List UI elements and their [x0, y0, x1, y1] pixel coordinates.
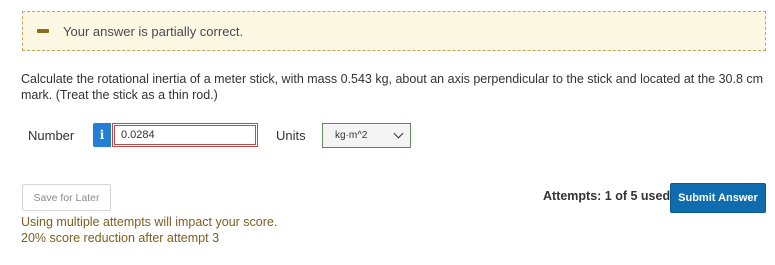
units-select[interactable]: kg·m^2 [322, 122, 411, 148]
units-label: Units [276, 127, 306, 143]
minus-icon [37, 29, 49, 33]
number-label: Number [28, 127, 75, 143]
feedback-banner: Your answer is partially correct. [22, 11, 766, 51]
question-text: Calculate the rotational inertia of a me… [21, 72, 764, 102]
submit-answer-button[interactable]: Submit Answer [670, 183, 766, 213]
units-selected-value: kg·m^2 [335, 129, 368, 141]
chevron-down-icon [393, 128, 404, 138]
penalty-line-2: 20% score reduction after attempt 3 [21, 231, 220, 245]
number-input[interactable] [112, 123, 258, 147]
question-panel: Your answer is partially correct. Calcul… [0, 0, 775, 265]
info-icon[interactable]: i [93, 123, 111, 147]
answer-row: Number i Units kg·m^2 [28, 122, 411, 148]
save-for-later-button[interactable]: Save for Later [22, 184, 111, 211]
attempt-penalty-notice: Using multiple attempts will impact your… [21, 214, 277, 246]
penalty-line-1: Using multiple attempts will impact your… [21, 215, 278, 229]
feedback-status-text: Your answer is partially correct. [63, 23, 244, 39]
attempts-counter: Attempts: 1 of 5 used [543, 189, 671, 203]
